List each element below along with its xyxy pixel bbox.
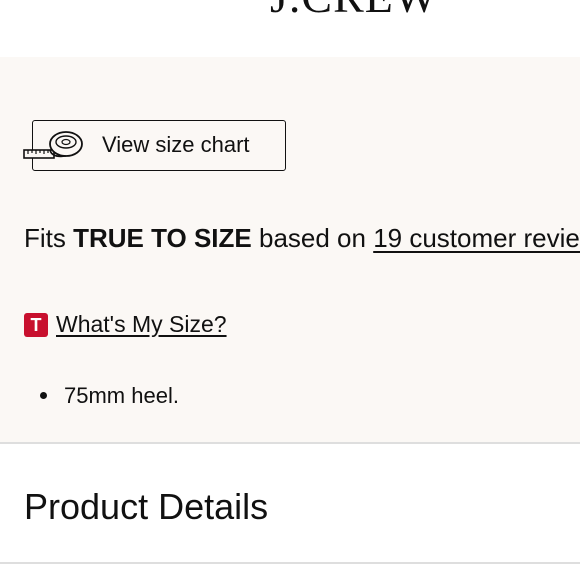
whats-my-size-badge-icon: T — [24, 313, 48, 337]
product-details-title: Product Details — [24, 486, 269, 527]
fit-value: TRUE TO SIZE — [73, 223, 252, 253]
fit-middle: based on — [251, 223, 374, 253]
menu-icon[interactable] — [28, 0, 76, 8]
product-details-accordion[interactable]: Product Details — [0, 444, 580, 562]
fit-prefix: Fits — [24, 223, 74, 253]
site-header: J.CREW — [0, 0, 580, 57]
measuring-tape-icon — [23, 131, 83, 159]
brand-logo[interactable]: J.CREW — [270, 0, 438, 20]
fit-summary: Fits TRUE TO SIZE based on 19 customer r… — [24, 221, 580, 255]
feature-bullet: 75mm heel. — [64, 383, 179, 408]
size-info-panel: View size chart Fits TRUE TO SIZE based … — [0, 57, 580, 442]
customer-reviews-link[interactable]: 19 customer reviews — [373, 223, 580, 253]
bullet-icon — [40, 392, 47, 399]
divider — [0, 562, 580, 564]
whats-my-size-link[interactable]: What's My Size? — [56, 309, 227, 339]
view-size-chart-label: View size chart — [102, 132, 250, 157]
